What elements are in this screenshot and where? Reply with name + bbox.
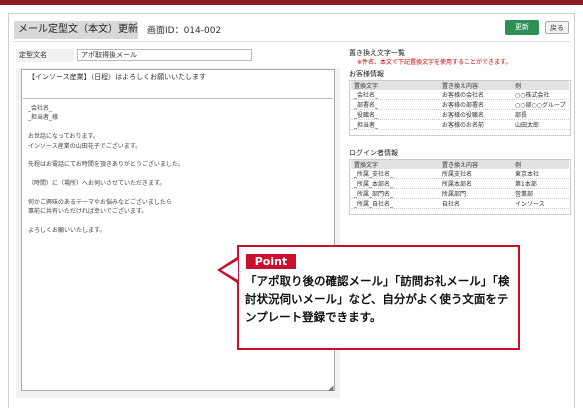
body-line: 先程はお電話にてお時間を頂きありがとうございました。 bbox=[28, 161, 184, 169]
body-line bbox=[28, 170, 184, 179]
screen-id: 画面ID：014-002 bbox=[147, 26, 222, 36]
body-line bbox=[28, 123, 184, 132]
body-line bbox=[28, 189, 184, 198]
table-cell: _所属_支社名_ bbox=[351, 169, 439, 179]
table-cell: 所属本部名 bbox=[439, 178, 512, 189]
table-cell: _所属_自社名_ bbox=[351, 198, 439, 209]
body-line: （時間）に（場所）へお伺いさせていただきます。 bbox=[28, 180, 166, 188]
table-cell: お客様のお名前 bbox=[439, 119, 512, 130]
header-divider bbox=[14, 41, 570, 42]
table-header: 置換文字 bbox=[351, 160, 439, 169]
table-cell: _担当者_ bbox=[351, 119, 439, 130]
table-cell: 東京本社 bbox=[512, 169, 569, 179]
table-cell: ○○株式会社 bbox=[512, 90, 569, 100]
table-cell: ○○部○○グループ bbox=[512, 99, 569, 110]
resize-grip-icon[interactable]: ◢ bbox=[328, 384, 333, 392]
table-cell: 所属部門 bbox=[439, 188, 512, 199]
table-row: _所属_支社名_ 所属支社名 東京本社 bbox=[351, 169, 569, 179]
body-line: _会社名_ bbox=[28, 105, 53, 112]
table-header: 置き換え内容 bbox=[439, 81, 512, 90]
table-row: _所属_本部名_ 所属本部名 第1本部 bbox=[351, 178, 569, 189]
table-row: _所属_部門名_ 所属部門 営業部 bbox=[351, 188, 569, 199]
table-cell: 部長 bbox=[512, 109, 569, 120]
table-row: _役職名_ お客様の役職名 部長 bbox=[351, 109, 569, 120]
template-name-input[interactable]: アポ取得後メール bbox=[77, 49, 252, 61]
subject-divider bbox=[23, 98, 333, 99]
body-line: _担当者_様 bbox=[28, 114, 59, 122]
table-cell: 第1本部 bbox=[512, 178, 569, 189]
table-cell: 自社名 bbox=[439, 198, 512, 209]
customer-info-table: 置換文字 置き換え内容 例 _会社名_ お客様の会社名 ○○株式会社 _部署名_… bbox=[351, 81, 569, 130]
table-header: 例 bbox=[512, 81, 569, 90]
point-label: Point bbox=[246, 254, 296, 269]
page-title: メール定型文（本文）更新 bbox=[14, 21, 138, 39]
body-line: インソース産業の山田花子でございます。 bbox=[28, 142, 142, 150]
table-cell: お客様の会社名 bbox=[439, 90, 512, 100]
table-cell: お客様の役職名 bbox=[439, 109, 512, 120]
login-info-title: ログイン者情報 bbox=[349, 149, 398, 157]
body-line: お世話になっております。 bbox=[28, 133, 99, 141]
template-name-label: 定型文名 bbox=[16, 49, 74, 62]
customer-info-title: お客様情報 bbox=[349, 70, 384, 78]
table-cell: お客様の部署名 bbox=[439, 99, 512, 110]
table-row: _会社名_ お客様の会社名 ○○株式会社 bbox=[351, 90, 569, 100]
table-cell: 山田太郎 bbox=[512, 119, 569, 130]
body-line bbox=[28, 151, 184, 160]
table-header: 置き換え内容 bbox=[439, 160, 512, 169]
mail-subject[interactable]: 【インソース産業】（日程）はよろしくお願いいたします bbox=[28, 72, 206, 82]
table-header: 置換文字 bbox=[351, 81, 439, 90]
point-callout-pointer-inner bbox=[221, 260, 238, 280]
table-cell: 所属支社名 bbox=[439, 169, 512, 179]
table-row: _所属_自社名_ 自社名 インソース bbox=[351, 198, 569, 209]
table-cell: 営業部 bbox=[512, 188, 569, 199]
update-button[interactable]: 更新 bbox=[505, 20, 539, 35]
body-line: 事前に共有いただければ幸いでございます。 bbox=[28, 208, 148, 216]
back-button[interactable]: 戻る bbox=[545, 21, 569, 34]
replacement-note: ※件名、本文で下記置換文字を使用することができます。 bbox=[357, 59, 512, 66]
table-cell: _役職名_ bbox=[351, 109, 439, 120]
table-row: _部署名_ お客様の部署名 ○○部○○グループ bbox=[351, 99, 569, 110]
login-info-table: 置換文字 置き換え内容 例 _所属_支社名_ 所属支社名 東京本社 _所属_本部… bbox=[351, 160, 569, 209]
table-cell: _会社名_ bbox=[351, 90, 439, 100]
table-cell: _所属_本部名_ bbox=[351, 178, 439, 189]
table-row: _担当者_ お客様のお名前 山田太郎 bbox=[351, 119, 569, 130]
body-line bbox=[28, 217, 184, 226]
table-cell: インソース bbox=[512, 198, 569, 209]
table-cell: _部署名_ bbox=[351, 99, 439, 110]
body-line: よろしくお願いいたします。 bbox=[28, 227, 106, 235]
body-line: 何かご興味のあるテーマやお悩みなどございましたら bbox=[28, 198, 172, 206]
point-text: 「アポ取り後の確認メール」「訪問お礼メール」「検討状況伺いメール」など、自分がよ… bbox=[245, 274, 510, 324]
mail-body-text: _会社名_ _担当者_様 お世話になっております。 インソース産業の山田花子でご… bbox=[28, 104, 184, 235]
table-cell: _所属_部門名_ bbox=[351, 188, 439, 199]
top-brand-bar bbox=[0, 0, 583, 5]
table-header: 例 bbox=[512, 160, 569, 169]
